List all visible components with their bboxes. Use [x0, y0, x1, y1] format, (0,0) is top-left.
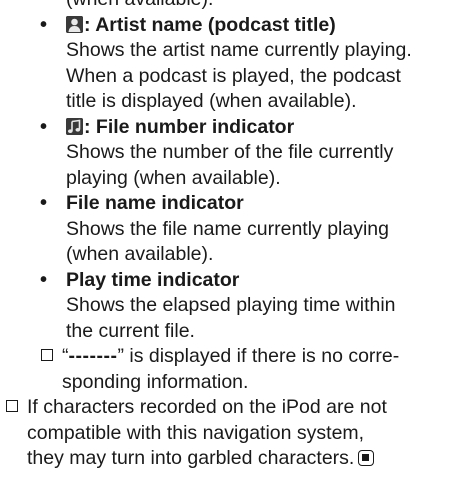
- item-title: : File number indicator: [66, 115, 461, 141]
- item-desc-line: the current file.: [66, 319, 195, 342]
- item-title-text: : File number indicator: [84, 115, 295, 138]
- note-garbled-characters: If characters recorded on the iPod are n…: [0, 395, 461, 472]
- note-line: sponding information.: [62, 370, 249, 393]
- bullet: •: [40, 13, 48, 36]
- item-title-text: : Artist name (podcast title): [84, 13, 336, 36]
- dash-placeholder: -------: [68, 345, 118, 367]
- bullet: •: [40, 192, 48, 214]
- item-desc-line: When a podcast is played, the podcast: [66, 64, 401, 87]
- list-item-file-number: • : File number indicator Shows the numb…: [0, 115, 461, 192]
- top-fragment: (when available).: [66, 0, 213, 10]
- bullet: •: [40, 268, 48, 291]
- note-line: they may turn into garbled characters.: [27, 446, 461, 472]
- end-of-section-icon: [358, 450, 375, 466]
- note-line: compatible with this navigation system,: [27, 421, 365, 444]
- note-line: “-------” is displayed if there is no co…: [62, 345, 400, 367]
- item-desc-line: Shows the elapsed playing time within: [66, 294, 396, 316]
- item-desc-line: playing (when available).: [66, 166, 281, 189]
- item-title: : Artist name (podcast title): [66, 13, 461, 39]
- note-no-information: “-------” is displayed if there is no co…: [0, 344, 461, 395]
- document-page: (when available). • : Artist name (podca…: [0, 0, 461, 472]
- item-desc-line: Shows the number of the file currently: [66, 141, 394, 163]
- note-checkbox-icon: [6, 400, 18, 412]
- item-desc-line: Shows the file name currently playing: [66, 217, 389, 240]
- list-item-artist-name: • : Artist name (podcast title) Shows th…: [0, 13, 461, 115]
- item-desc-line: Shows the artist name currently playing.: [66, 39, 412, 61]
- music-note-icon: [66, 117, 83, 135]
- item-desc-line: (when available).: [66, 243, 214, 265]
- list-item-play-time: • Play time indicator Shows the elapsed …: [0, 268, 461, 345]
- list-item-file-name: • File name indicator Shows the file nam…: [0, 191, 461, 268]
- bullet: •: [40, 115, 48, 138]
- item-desc-line: title is displayed (when available).: [66, 90, 357, 112]
- item-title: Play time indicator: [66, 268, 240, 291]
- note-checkbox-icon: [41, 349, 53, 361]
- item-title: File name indicator: [66, 192, 244, 214]
- note-line: If characters recorded on the iPod are n…: [27, 396, 387, 418]
- artist-person-icon: [66, 15, 83, 33]
- cut-off-text: (when available).: [0, 0, 461, 13]
